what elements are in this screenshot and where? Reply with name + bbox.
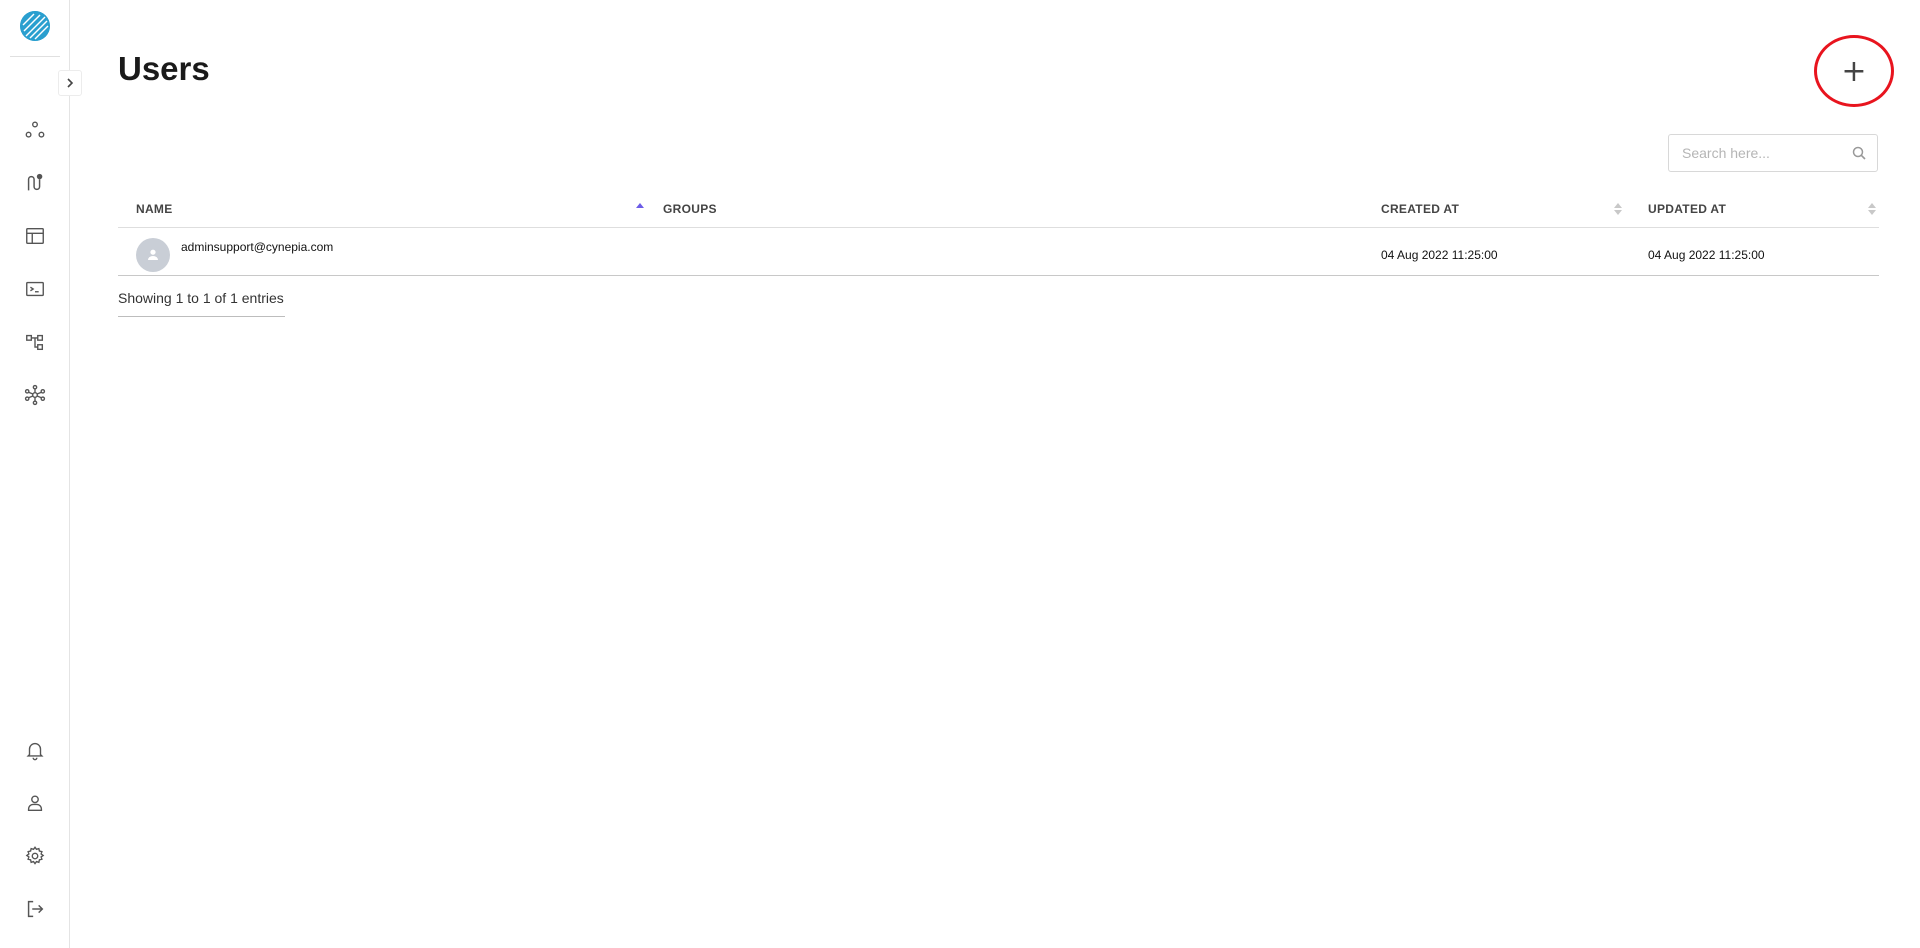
sort-ascending-icon[interactable] — [635, 200, 645, 218]
sidebar-item-pipelines[interactable] — [23, 171, 47, 195]
main-content: Users + NAME GROUPS CREATED AT UPDATED A… — [118, 0, 1920, 948]
sidebar-item-network[interactable] — [23, 383, 47, 407]
column-header-created-at[interactable]: CREATED AT — [1381, 202, 1459, 216]
search-box — [1668, 134, 1878, 172]
created-at-value: 04 Aug 2022 11:25:00 — [1381, 248, 1498, 262]
hierarchy-icon — [26, 334, 44, 351]
chevron-right-icon — [67, 78, 74, 88]
search-icon[interactable] — [1851, 145, 1867, 161]
updated-at-value: 04 Aug 2022 11:25:00 — [1648, 248, 1765, 262]
sidebar — [0, 0, 70, 948]
sidebar-item-settings[interactable] — [23, 844, 47, 868]
logo-divider — [10, 56, 60, 57]
sidebar-expand-button[interactable] — [58, 70, 82, 96]
workflows-icon — [25, 121, 45, 138]
search-input[interactable] — [1669, 135, 1849, 171]
sidebar-item-hierarchy[interactable] — [23, 330, 47, 354]
column-header-name[interactable]: NAME — [136, 202, 173, 216]
sidebar-item-terminal[interactable] — [23, 277, 47, 301]
sidebar-item-datasets[interactable] — [23, 224, 47, 248]
datasets-icon — [26, 227, 44, 245]
app-logo[interactable] — [20, 11, 50, 41]
users-table: NAME GROUPS CREATED AT UPDATED AT admins… — [118, 192, 1879, 276]
pipelines-icon — [27, 173, 43, 191]
bell-icon — [26, 742, 44, 761]
user-email[interactable]: adminsupport@cynepia.com — [181, 240, 333, 254]
column-header-groups: GROUPS — [663, 202, 717, 216]
add-user-button[interactable]: + — [1832, 49, 1876, 93]
avatar — [136, 238, 170, 272]
sidebar-item-profile[interactable] — [23, 791, 47, 815]
page-title: Users — [118, 50, 210, 87]
logout-icon — [27, 900, 44, 918]
logo-icon — [20, 11, 50, 41]
gear-icon — [25, 846, 45, 865]
user-avatar-icon — [148, 249, 158, 260]
network-icon — [24, 384, 46, 406]
table-info: Showing 1 to 1 of 1 entries — [118, 290, 285, 317]
sort-icon[interactable] — [1613, 200, 1623, 218]
sidebar-item-logout[interactable] — [23, 897, 47, 921]
sort-icon[interactable] — [1867, 200, 1877, 218]
sidebar-item-workflows[interactable] — [23, 118, 47, 142]
sidebar-item-notifications[interactable] — [23, 738, 47, 762]
user-icon — [27, 795, 43, 812]
terminal-icon — [26, 281, 44, 297]
table-row[interactable]: adminsupport@cynepia.com 04 Aug 2022 11:… — [118, 228, 1879, 276]
column-header-updated-at[interactable]: UPDATED AT — [1648, 202, 1726, 216]
add-user-wrapper: + — [1814, 35, 1894, 107]
table-header: NAME GROUPS CREATED AT UPDATED AT — [118, 192, 1879, 228]
